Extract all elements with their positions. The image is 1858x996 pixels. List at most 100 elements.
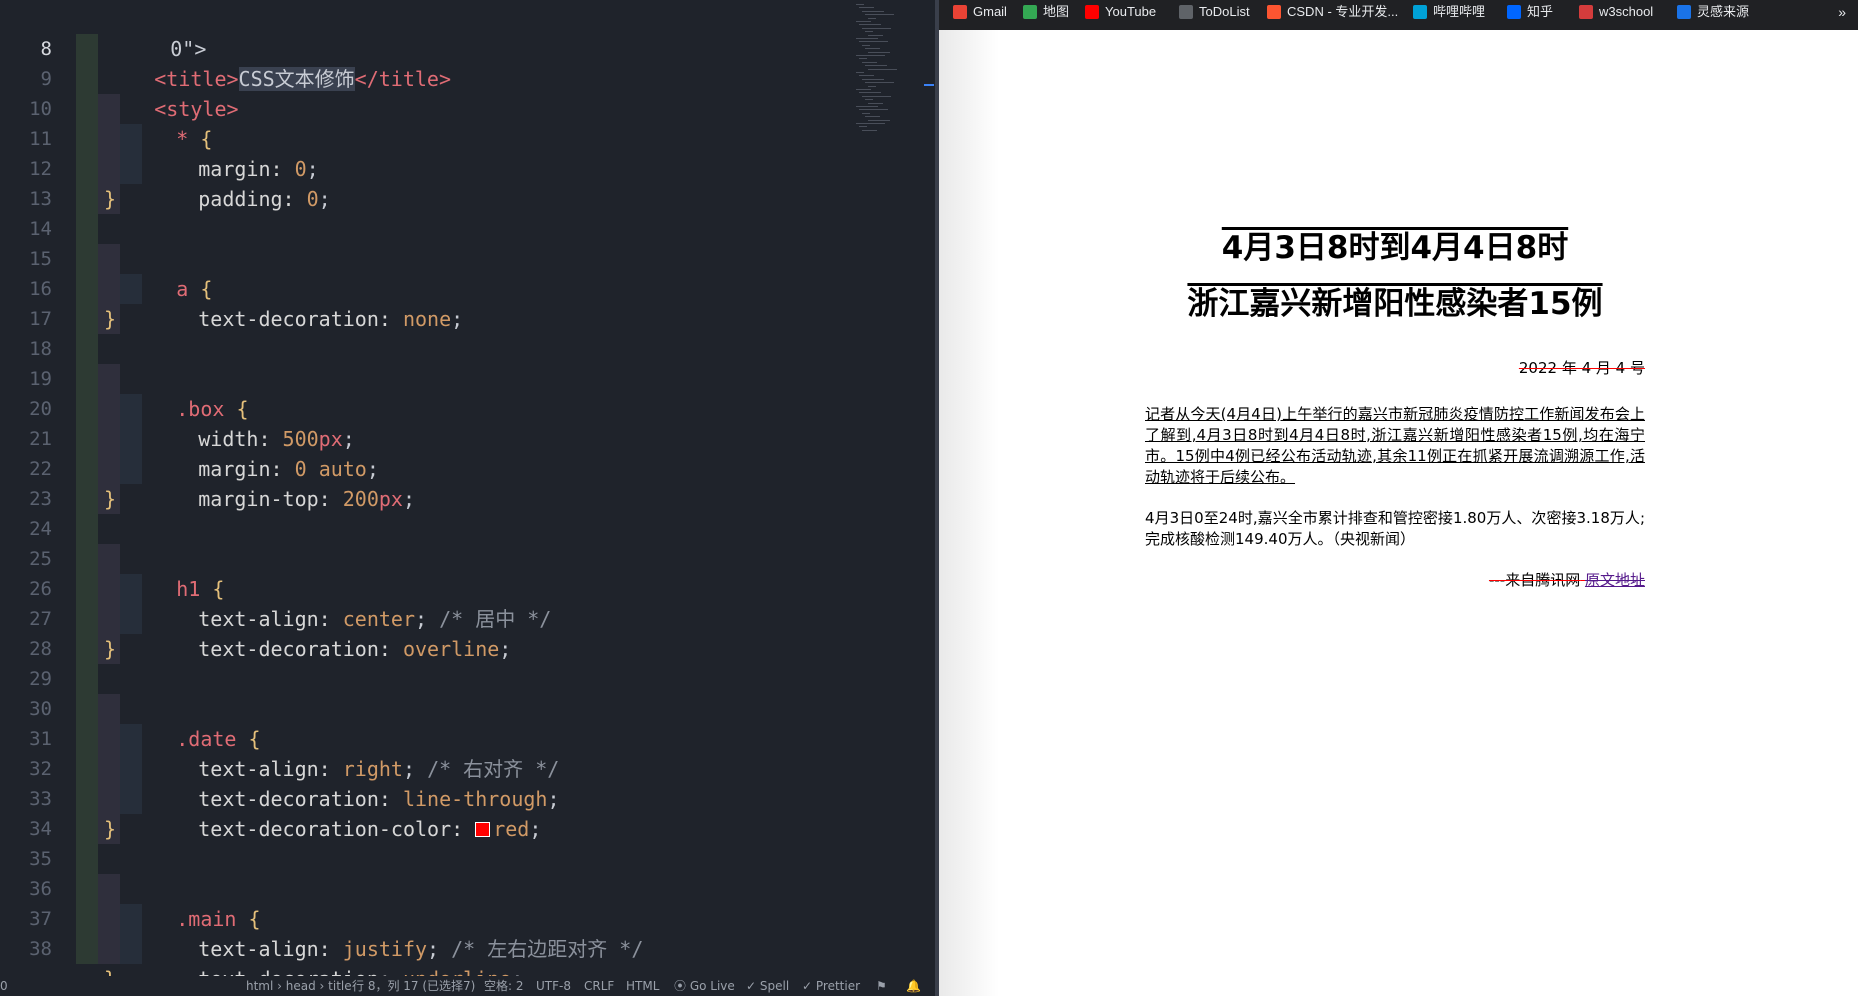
indent-guide <box>76 784 98 814</box>
code-line-20: width: 500px; <box>198 427 355 451</box>
minimap-line <box>856 38 878 39</box>
code-editor[interactable]: 8 9 10 11 12 13 14 15 16 17 18 19 20 21 22 23 24 25 26 27 28… <box>0 0 935 976</box>
status-eol[interactable]: CRLF <box>584 976 614 996</box>
source-prefix: ---来自腾讯网 <box>1488 571 1581 589</box>
minimap-line <box>862 95 891 97</box>
bookmark-zhihu[interactable]: 知乎 <box>1507 0 1553 30</box>
code-line-34: } <box>104 817 117 841</box>
bookmark-label: w3school <box>1599 4 1654 19</box>
line-number: 34 <box>29 818 52 840</box>
status-cursor-position[interactable]: 行 8，列 17 (已选择7) <box>352 976 475 996</box>
double-check-icon: ✓ <box>802 979 816 993</box>
indent-guide <box>76 304 98 334</box>
minimap-line <box>856 123 885 124</box>
code-line-32: text-decoration: line-through; <box>198 787 560 811</box>
css-property: text-decoration: <box>198 307 391 331</box>
code-line-39-partial: } <box>104 964 116 976</box>
bookmark-gmail[interactable]: Gmail <box>953 0 1007 30</box>
source-link[interactable]: 原文地址 <box>1585 571 1645 589</box>
todolist-icon <box>1179 4 1193 19</box>
indent-guide <box>76 364 98 394</box>
line-number: 37 <box>29 908 52 930</box>
notification-bell-icon[interactable]: 🔔 <box>906 976 921 996</box>
bookmark-todolist[interactable]: ToDoList <box>1179 0 1250 30</box>
article-date: 2022 年 4 月 4 号 <box>1518 359 1645 377</box>
line-number: 36 <box>29 878 52 900</box>
prettier-button[interactable]: ✓ Prettier <box>802 976 860 996</box>
css-property: text-decoration-color: <box>198 817 464 841</box>
code-line-38: text-decoration: underline; <box>126 934 523 976</box>
minimap-line <box>865 31 873 33</box>
minimap-line <box>859 24 881 26</box>
status-language[interactable]: HTML <box>626 976 659 996</box>
bookmark-bilibili[interactable]: 哔哩哔哩 <box>1413 0 1485 30</box>
feedback-icon[interactable]: ⚑ <box>876 976 887 996</box>
code-area[interactable]: 0"> <title>CSS文本修饰</title> <style> * { m… <box>76 0 935 976</box>
gmail-icon <box>953 4 967 19</box>
minimap-line <box>865 14 894 16</box>
code-line-25: h1 { <box>176 577 225 601</box>
line-number: 28 <box>29 638 52 660</box>
line-number: 38 <box>29 938 52 960</box>
zhihu-icon <box>1507 4 1521 19</box>
golive-button[interactable]: ⦿ Go Live <box>674 976 735 996</box>
bookmark-youtube[interactable]: YouTube <box>1085 0 1156 30</box>
css-value: 0 <box>306 187 319 211</box>
bookmark-csdn[interactable]: CSDN - 专业开发... <box>1267 0 1398 30</box>
youtube-icon <box>1085 4 1099 19</box>
indent-guide <box>76 934 98 964</box>
indent-guide <box>76 454 98 484</box>
indent-guide <box>76 664 98 694</box>
bookmark-label: ToDoList <box>1199 4 1250 19</box>
bilibili-icon <box>1413 4 1427 19</box>
line-number: 33 <box>29 788 52 810</box>
indent-guide <box>76 904 98 934</box>
minimap-line <box>862 78 884 80</box>
spell-label: Spell <box>759 979 790 993</box>
title-line-1: 4月3日8时到4月4日8时 <box>1221 230 1569 266</box>
status-breadcrumb[interactable]: html › head › title <box>246 976 352 996</box>
page-edge-shadow <box>939 30 999 996</box>
indent-guide <box>76 694 98 724</box>
bookmark-w3school[interactable]: w3school <box>1579 0 1653 30</box>
indent-guide <box>98 784 120 814</box>
minimap[interactable] <box>852 0 924 140</box>
indent-guide <box>76 214 98 244</box>
indent-guide <box>76 604 98 634</box>
scrollbar-thumb[interactable] <box>924 84 934 86</box>
article-source: ---来自腾讯网 原文地址 <box>1145 570 1645 590</box>
article-title: 4月3日8时到4月4日8时 浙江嘉兴新增阳性感染者15例 <box>1145 220 1645 332</box>
line-number: 11 <box>29 128 52 150</box>
status-encoding[interactable]: UTF-8 <box>536 976 571 996</box>
bookmark-label: 知乎 <box>1527 4 1554 19</box>
maps-icon <box>1023 4 1037 19</box>
status-indent[interactable]: 空格: 2 <box>484 976 524 996</box>
code-line-22: margin-top: 200px; <box>198 487 416 511</box>
color-swatch-icon[interactable] <box>475 821 491 837</box>
bookmark-maps[interactable]: 地图 <box>1023 0 1069 30</box>
line-number: 20 <box>29 398 52 420</box>
minimap-line <box>862 129 877 131</box>
minimap-line <box>865 48 880 50</box>
more-bookmarks-chevron-icon[interactable]: » <box>1838 0 1846 24</box>
css-value: underline <box>403 967 511 976</box>
article-box: 4月3日8时到4月4日8时 浙江嘉兴新增阳性感染者15例 2022 年 4 月 … <box>1145 220 1645 590</box>
broadcast-icon: ⦿ <box>674 979 690 993</box>
minimap-line <box>868 68 897 70</box>
line-number: 22 <box>29 458 52 480</box>
indent-guide <box>76 244 98 274</box>
indent-guide <box>76 874 98 904</box>
bookmark-label: YouTube <box>1105 4 1157 19</box>
line-number: 13 <box>29 188 52 210</box>
minimap-line <box>865 82 894 84</box>
line-number: 23 <box>29 488 52 510</box>
spell-button[interactable]: ✓ Spell <box>746 976 789 996</box>
code-line-partial: 0"> <box>98 4 206 61</box>
article-paragraph-1: 记者从今天(4月4日)上午举行的嘉兴市新冠肺炎疫情防控工作新闻发布会上了解到,4… <box>1145 405 1645 486</box>
bookmark-inspiration[interactable]: 灵感来源 <box>1677 0 1749 30</box>
line-number-gutter: 8 9 10 11 12 13 14 15 16 17 18 19 20 21 22 23 24 25 26 27 28… <box>0 0 76 976</box>
inspiration-icon <box>1677 4 1691 19</box>
css-property: text-decoration: <box>198 637 391 661</box>
css-value: overline <box>402 637 500 661</box>
minimap-line <box>859 58 867 60</box>
